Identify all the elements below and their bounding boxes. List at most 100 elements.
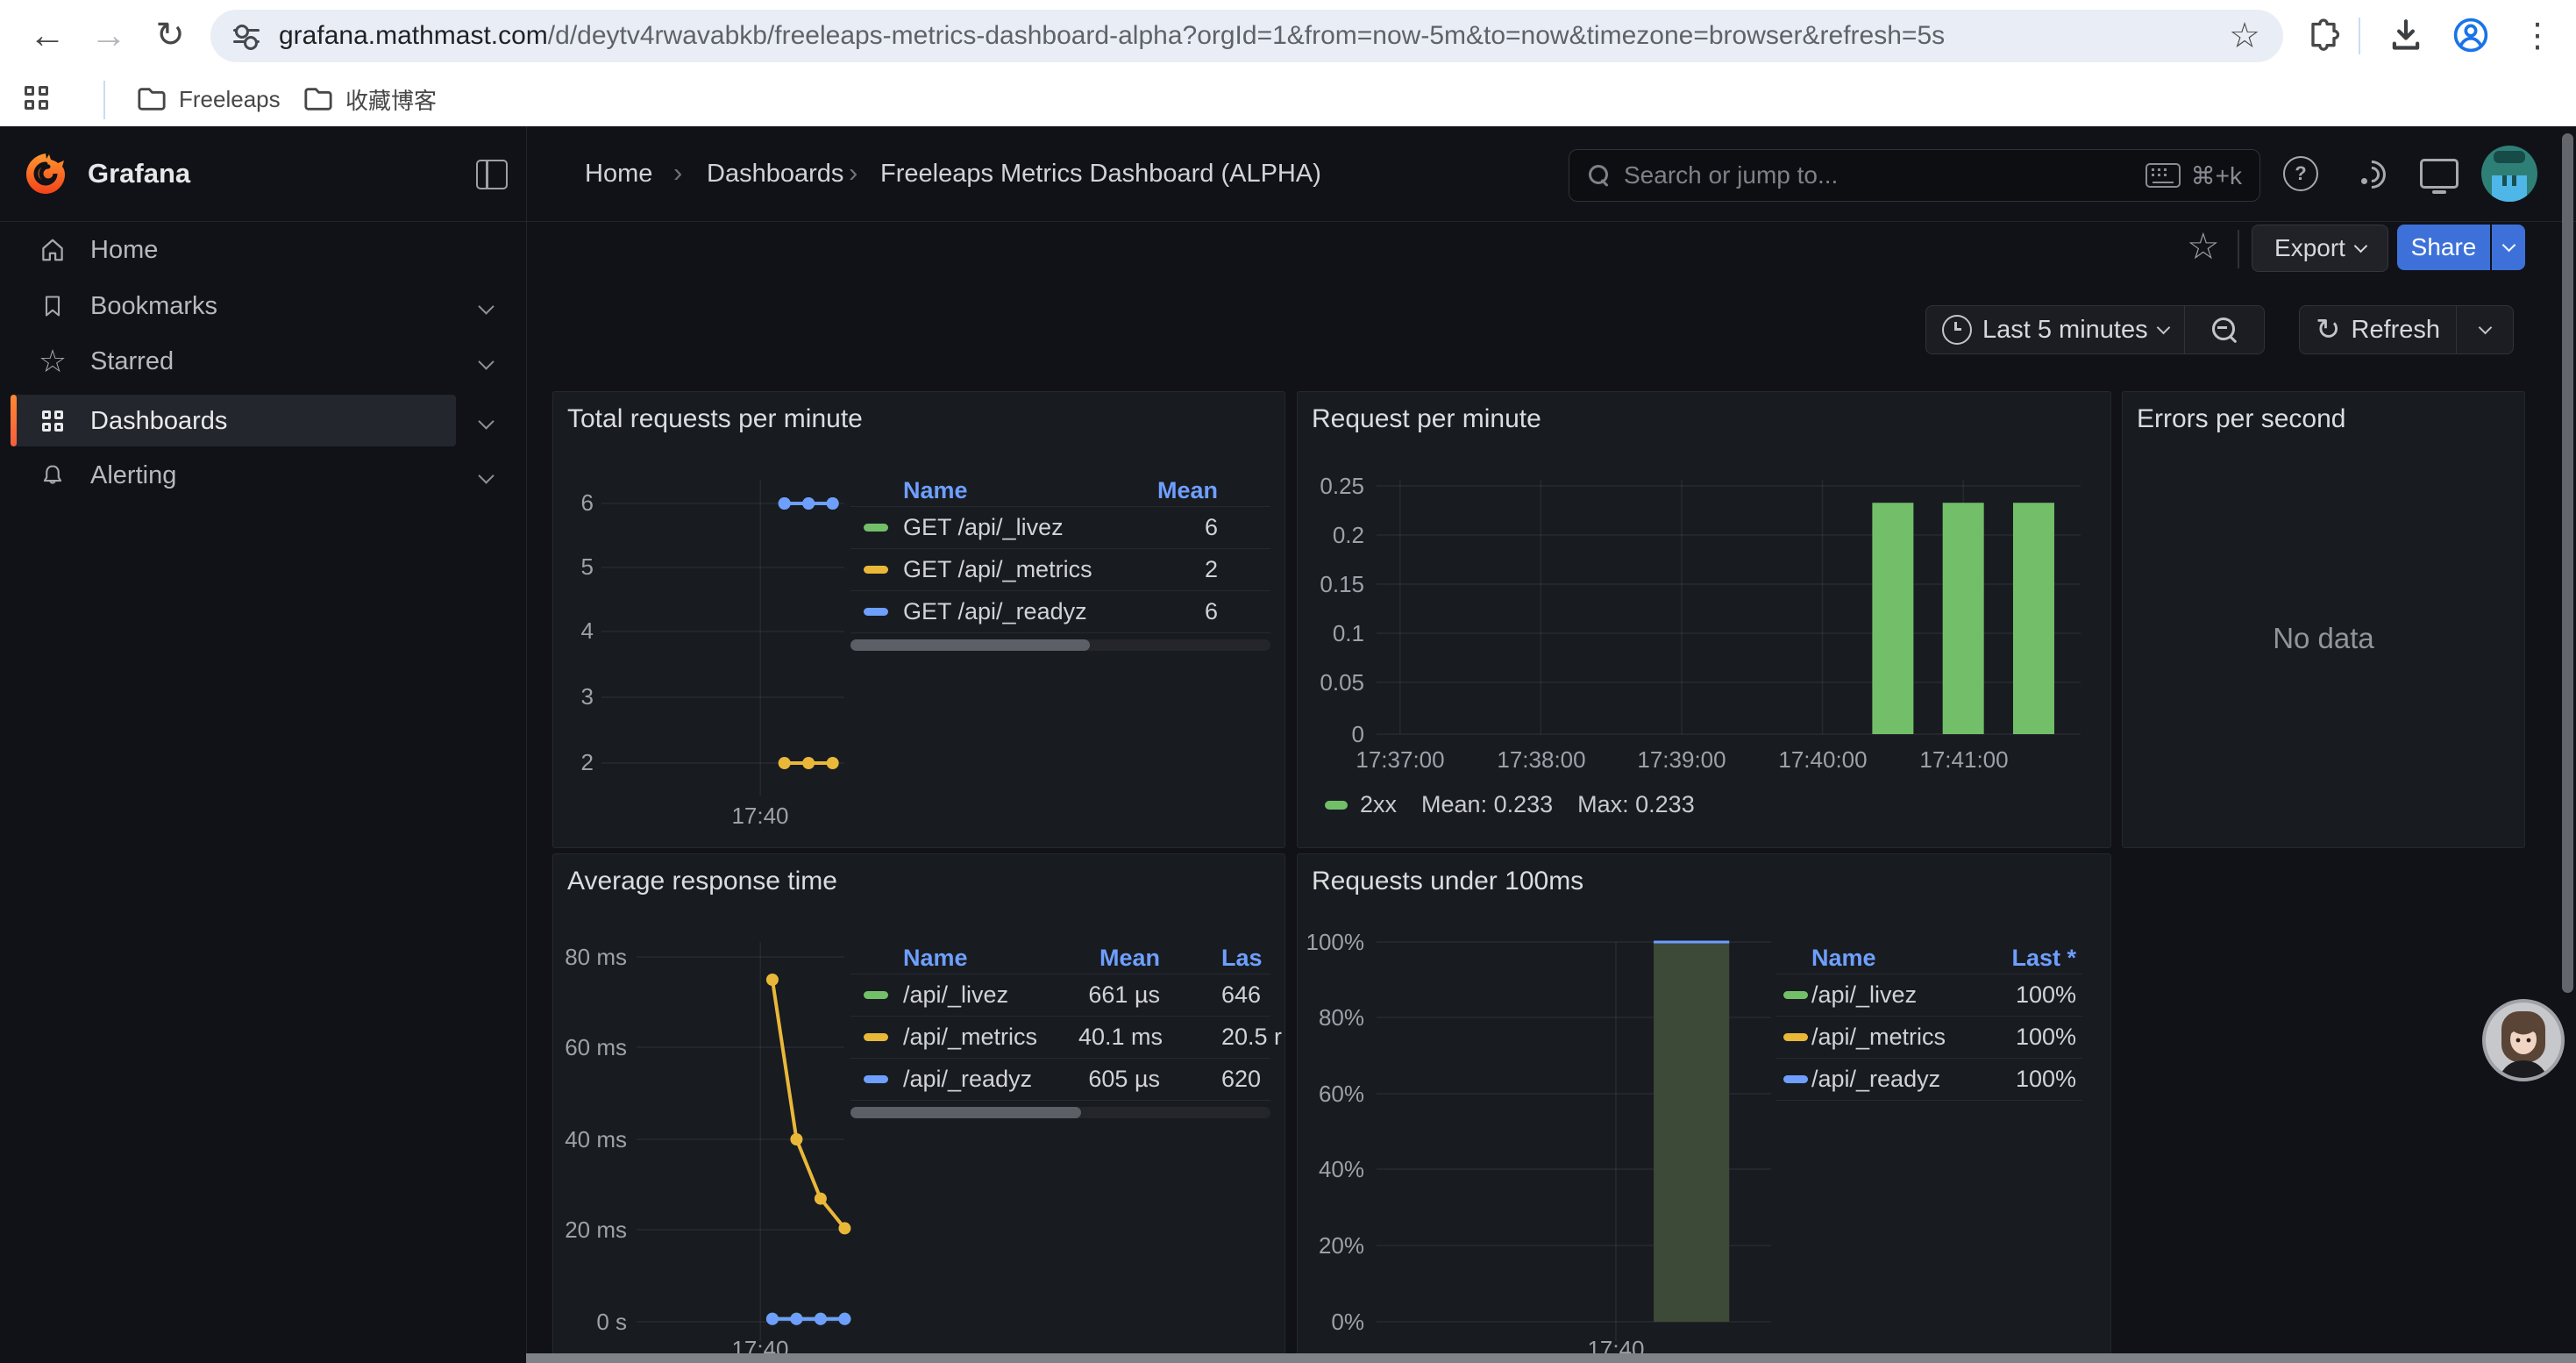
- series-name[interactable]: GET /api/_livez: [903, 514, 1105, 541]
- grafana-brand[interactable]: Grafana: [88, 158, 190, 189]
- browser-menu-icon[interactable]: ⋮: [2509, 7, 2565, 63]
- sidebar-item-starred[interactable]: ☆ Starred: [0, 337, 526, 386]
- sidebar-toggle-icon[interactable]: [476, 160, 508, 189]
- panel-request-per-minute: Request per minute 0.25 0.2 0.15 0.1 0.0…: [1297, 391, 2111, 848]
- grafana-logo[interactable]: [23, 151, 68, 196]
- horizontal-scrollbar[interactable]: [526, 1353, 2576, 1363]
- favorite-dashboard-icon[interactable]: ☆: [2187, 228, 2220, 265]
- y-tick: 0%: [1298, 1309, 1364, 1336]
- zoom-out-time-button[interactable]: [2184, 306, 2264, 353]
- chevron-down-icon[interactable]: [478, 413, 494, 429]
- series-name[interactable]: /api/_livez: [1811, 981, 1974, 1009]
- series-name[interactable]: /api/_readyz: [903, 1066, 1078, 1093]
- vertical-scrollbar[interactable]: [2562, 133, 2573, 993]
- y-tick: 20 ms: [553, 1217, 627, 1244]
- help-icon[interactable]: ?: [2281, 154, 2320, 193]
- extensions-icon[interactable]: [2295, 7, 2352, 63]
- sidebar-item-alerting[interactable]: Alerting: [0, 451, 526, 500]
- browser-reload-icon[interactable]: ↻: [142, 7, 198, 63]
- y-tick: 4: [553, 617, 594, 645]
- legend-row[interactable]: GET /api/_metrics 2: [850, 549, 1270, 591]
- legend-row[interactable]: /api/_livez 100%: [1775, 974, 2082, 1017]
- breadcrumb-home[interactable]: Home: [585, 160, 652, 189]
- y-tick: 0.25: [1298, 473, 1364, 500]
- legend-col-last[interactable]: Last *: [1974, 945, 2082, 972]
- legend-col-mean[interactable]: Mean: [1078, 945, 1160, 972]
- apps-grid-icon[interactable]: [25, 86, 48, 110]
- series-name[interactable]: /api/_readyz: [1811, 1066, 1974, 1093]
- legend-row[interactable]: /api/_metrics 100%: [1775, 1017, 2082, 1059]
- legend-row[interactable]: /api/_metrics 40.1 ms 20.5 r: [850, 1017, 1270, 1059]
- bookmark-folder-blogs[interactable]: 收藏博客: [289, 79, 451, 119]
- legend-header[interactable]: Name Last *: [1775, 942, 2082, 974]
- export-label: Export: [2274, 234, 2345, 262]
- legend-row[interactable]: /api/_readyz 605 µs 620: [850, 1059, 1270, 1101]
- keyboard-icon: [2145, 163, 2181, 188]
- legend-scrollbar[interactable]: [850, 1107, 1270, 1118]
- panel-total-requests-per-minute: Total requests per minute 6 5 4 3 2 17:4…: [552, 391, 1285, 848]
- y-tick: 0 s: [553, 1309, 627, 1336]
- series-name[interactable]: /api/_metrics: [1811, 1024, 1974, 1051]
- legend-col-mean[interactable]: Mean: [1105, 477, 1270, 504]
- legend-row[interactable]: /api/_livez 661 µs 646: [850, 974, 1270, 1017]
- monitor-icon[interactable]: [2420, 154, 2459, 193]
- legend-row[interactable]: GET /api/_readyz 6: [850, 591, 1270, 633]
- browser-back-icon[interactable]: ←: [19, 7, 75, 63]
- chevron-down-icon[interactable]: [478, 353, 494, 369]
- time-range-picker[interactable]: Last 5 minutes: [1926, 306, 2184, 353]
- bookmarks-bar: Freeleaps 收藏博客: [0, 72, 2576, 126]
- chart-request-per-minute[interactable]: [1298, 392, 2110, 847]
- legend-header[interactable]: Name Mean Las: [850, 942, 1270, 974]
- series-last: 100%: [1974, 1066, 2082, 1093]
- legend-row[interactable]: /api/_readyz 100%: [1775, 1059, 2082, 1101]
- y-tick: 0.1: [1298, 620, 1364, 647]
- refresh-button[interactable]: ↻ Refresh: [2300, 306, 2456, 353]
- news-rss-icon[interactable]: [2352, 154, 2390, 193]
- share-menu-button[interactable]: [2492, 225, 2525, 270]
- series-name[interactable]: GET /api/_readyz: [903, 598, 1105, 625]
- chart-requests-under-100ms[interactable]: [1298, 854, 2110, 1363]
- sidebar-item-bookmarks[interactable]: Bookmarks: [0, 282, 526, 331]
- legend-header[interactable]: Name Mean: [850, 475, 1270, 507]
- chevron-down-icon: [2156, 321, 2170, 335]
- dashboards-grid-icon: [39, 407, 67, 435]
- series-name[interactable]: GET /api/_metrics: [903, 556, 1105, 583]
- series-mean: 605 µs: [1078, 1066, 1160, 1093]
- chevron-down-icon: [2501, 239, 2516, 253]
- profile-icon[interactable]: [2443, 7, 2499, 63]
- legend-col-last[interactable]: Las: [1221, 945, 1263, 972]
- share-split-button: Share: [2397, 225, 2525, 270]
- sidebar-item-home[interactable]: Home: [0, 225, 526, 275]
- legend-row[interactable]: 2xx Mean: 0.233 Max: 0.233: [1325, 791, 1695, 818]
- share-button[interactable]: Share: [2397, 225, 2490, 270]
- browser-forward-icon[interactable]: →: [81, 7, 137, 63]
- series-name[interactable]: /api/_metrics: [903, 1024, 1078, 1051]
- series-color-pill: [1783, 991, 1808, 999]
- bookmark-icon: [39, 292, 67, 320]
- export-button[interactable]: Export: [2252, 225, 2388, 272]
- panel-title[interactable]: Errors per second: [2137, 404, 2345, 434]
- download-icon[interactable]: [2378, 7, 2434, 63]
- chevron-down-icon[interactable]: [478, 467, 494, 483]
- series-last: 620: [1221, 1066, 1261, 1093]
- search-input[interactable]: Search or jump to... ⌘+k: [1569, 149, 2260, 202]
- bookmark-page-icon[interactable]: ☆: [2229, 18, 2260, 54]
- url-text: grafana.mathmast.com/d/deytv4rwavabkb/fr…: [279, 21, 1945, 51]
- search-icon: [1589, 165, 1610, 186]
- refresh-interval-button[interactable]: [2456, 306, 2513, 353]
- series-color-pill: [864, 566, 888, 574]
- url-bar[interactable]: grafana.mathmast.com/d/deytv4rwavabkb/fr…: [210, 10, 2283, 62]
- series-last: 100%: [1974, 1024, 2082, 1051]
- user-avatar[interactable]: [2481, 146, 2537, 202]
- bookmark-folder-freeleaps[interactable]: Freeleaps: [123, 79, 295, 119]
- site-settings-icon[interactable]: [233, 23, 260, 49]
- series-name[interactable]: /api/_livez: [903, 981, 1078, 1009]
- breadcrumb-dashboards[interactable]: Dashboards: [707, 160, 843, 189]
- panel-errors-per-second: Errors per second No data: [2122, 391, 2525, 848]
- chevron-down-icon[interactable]: [478, 298, 494, 314]
- legend-row[interactable]: GET /api/_livez 6: [850, 507, 1270, 549]
- sidebar-item-dashboards[interactable]: Dashboards: [0, 396, 526, 446]
- legend-scrollbar[interactable]: [850, 639, 1270, 651]
- series-name[interactable]: 2xx: [1360, 791, 1397, 818]
- assistant-avatar-widget[interactable]: [2482, 999, 2565, 1081]
